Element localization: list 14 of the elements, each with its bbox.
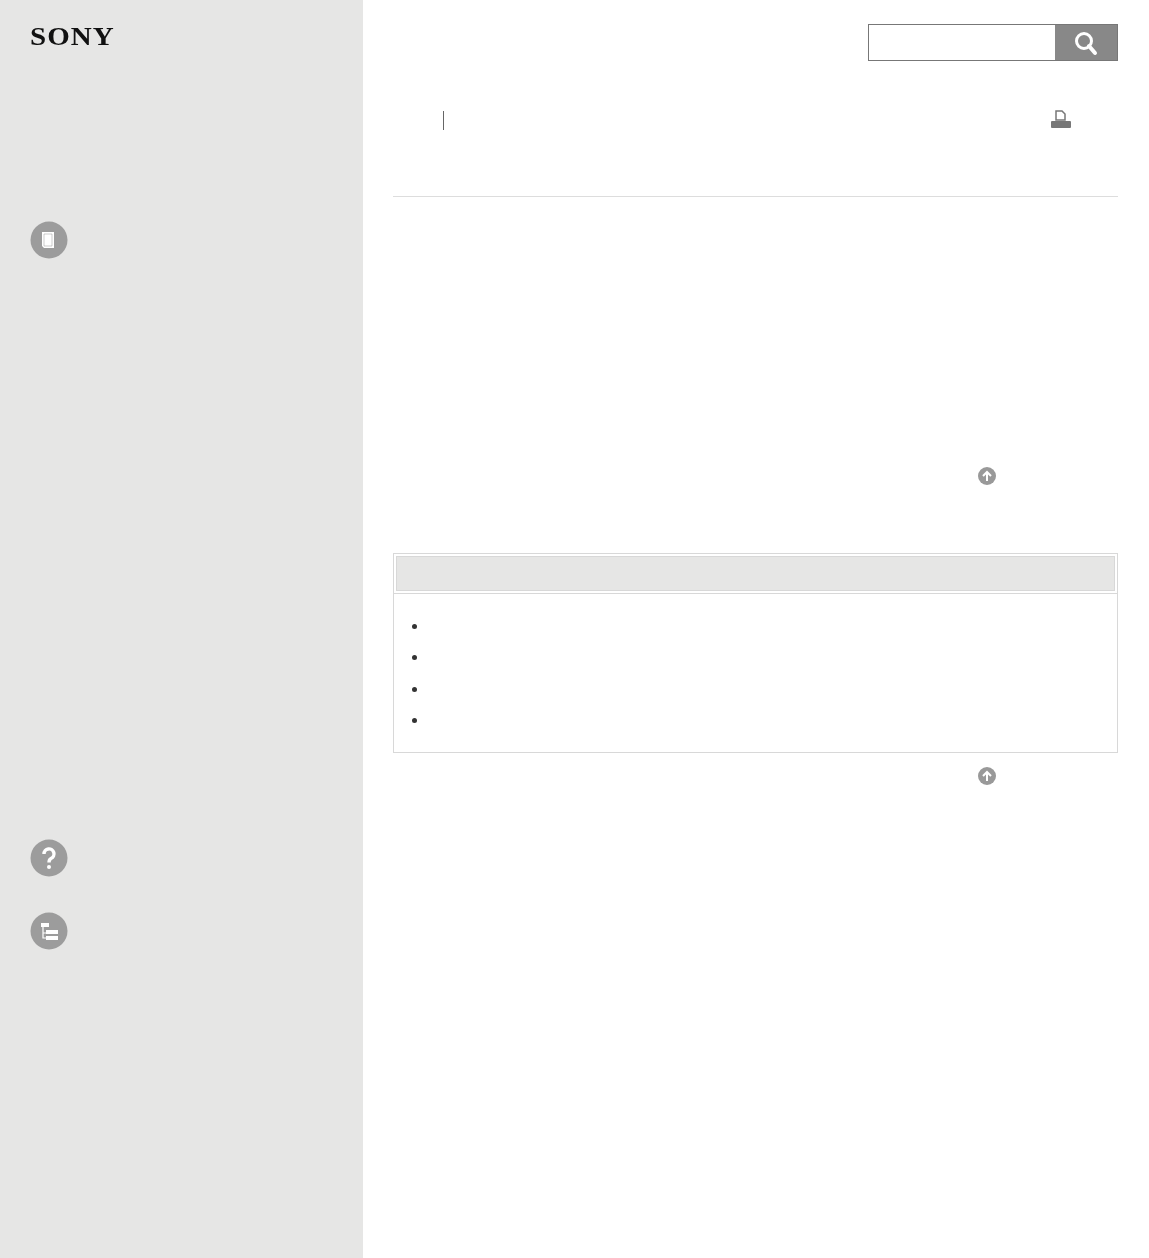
book-icon[interactable]: [30, 221, 68, 259]
help-icon[interactable]: [30, 839, 68, 877]
bullet-icon: [412, 718, 417, 724]
bullet-icon: [412, 655, 417, 661]
logo[interactable]: SONY: [30, 24, 115, 49]
bullet-icon: [412, 624, 417, 630]
bullet-icon: [412, 686, 417, 692]
search-icon: [1073, 29, 1099, 56]
print-icon[interactable]: [1050, 110, 1072, 130]
sitemap-icon[interactable]: [30, 912, 68, 950]
arrow-up-icon[interactable]: [978, 467, 996, 485]
search-button[interactable]: [1055, 25, 1117, 60]
search-field[interactable]: [868, 24, 1118, 61]
arrow-up-icon[interactable]: [978, 767, 996, 786]
